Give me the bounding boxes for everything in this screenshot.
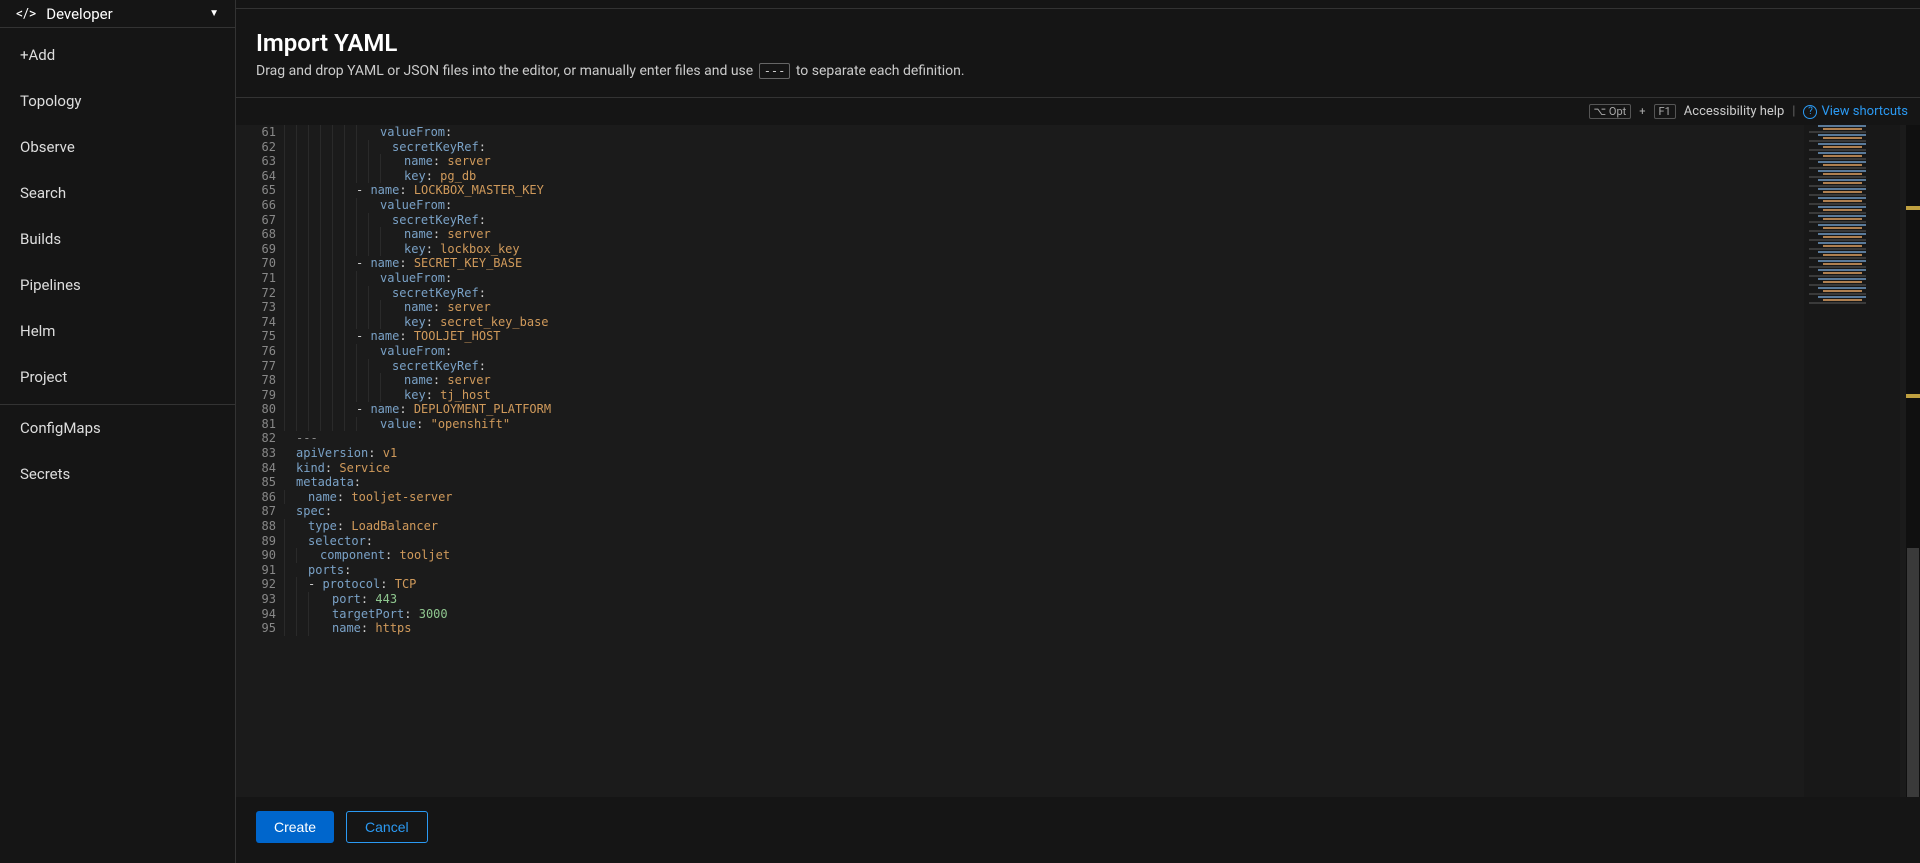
nav-item-search[interactable]: Search bbox=[0, 170, 235, 216]
editor-wrap: 6162636465666768697071727374757677787980… bbox=[236, 125, 1920, 797]
page-title: Import YAML bbox=[256, 29, 1900, 57]
subtitle-before: Drag and drop YAML or JSON files into th… bbox=[256, 63, 757, 79]
main-content: Import YAML Drag and drop YAML or JSON f… bbox=[236, 0, 1920, 863]
editor-gutter: 6162636465666768697071727374757677787980… bbox=[236, 125, 284, 797]
editor-scrollbar[interactable] bbox=[1906, 125, 1920, 797]
yaml-editor[interactable]: 6162636465666768697071727374757677787980… bbox=[236, 125, 1920, 797]
perspective-switcher[interactable]: </> Developer ▼ bbox=[0, 0, 235, 28]
help-icon: ? bbox=[1803, 105, 1817, 119]
caret-down-icon: ▼ bbox=[209, 8, 219, 19]
perspective-label: Developer bbox=[46, 5, 209, 23]
accessibility-help[interactable]: Accessibility help bbox=[1684, 104, 1785, 119]
create-button[interactable]: Create bbox=[256, 811, 334, 843]
kbd-plus: + bbox=[1639, 105, 1645, 118]
nav-item-pipelines[interactable]: Pipelines bbox=[0, 262, 235, 308]
subtitle-kbd: --- bbox=[759, 63, 791, 79]
nav-item-topology[interactable]: Topology bbox=[0, 78, 235, 124]
kbd-opt: ⌥ Opt bbox=[1589, 104, 1632, 119]
toolbar-separator: | bbox=[1792, 104, 1795, 119]
editor-code[interactable]: valueFrom:secretKeyRef:name: serverkey: … bbox=[284, 125, 1920, 797]
nav-item-secrets[interactable]: Secrets bbox=[0, 451, 235, 497]
page-subtitle: Drag and drop YAML or JSON files into th… bbox=[256, 63, 1900, 79]
nav-item-helm[interactable]: Helm bbox=[0, 308, 235, 354]
kbd-f1: F1 bbox=[1654, 104, 1676, 119]
view-shortcuts-link[interactable]: ? View shortcuts bbox=[1803, 104, 1908, 119]
nav-list: +Add Topology Observe Search Builds Pipe… bbox=[0, 28, 235, 497]
nav-item-observe[interactable]: Observe bbox=[0, 124, 235, 170]
code-icon: </> bbox=[16, 6, 36, 22]
nav-item-builds[interactable]: Builds bbox=[0, 216, 235, 262]
topbar bbox=[236, 0, 1920, 9]
editor-toolbar: ⌥ Opt + F1 Accessibility help | ? View s… bbox=[236, 98, 1920, 125]
page-header: Import YAML Drag and drop YAML or JSON f… bbox=[236, 9, 1920, 98]
nav-item-configmaps[interactable]: ConfigMaps bbox=[0, 405, 235, 451]
editor-minimap[interactable] bbox=[1804, 125, 1900, 797]
footer: Create Cancel bbox=[236, 797, 1920, 863]
sidebar: </> Developer ▼ +Add Topology Observe Se… bbox=[0, 0, 236, 863]
cancel-button[interactable]: Cancel bbox=[346, 811, 428, 843]
nav-item-add[interactable]: +Add bbox=[0, 32, 235, 78]
nav-item-project[interactable]: Project bbox=[0, 354, 235, 400]
subtitle-after: to separate each definition. bbox=[792, 63, 964, 79]
